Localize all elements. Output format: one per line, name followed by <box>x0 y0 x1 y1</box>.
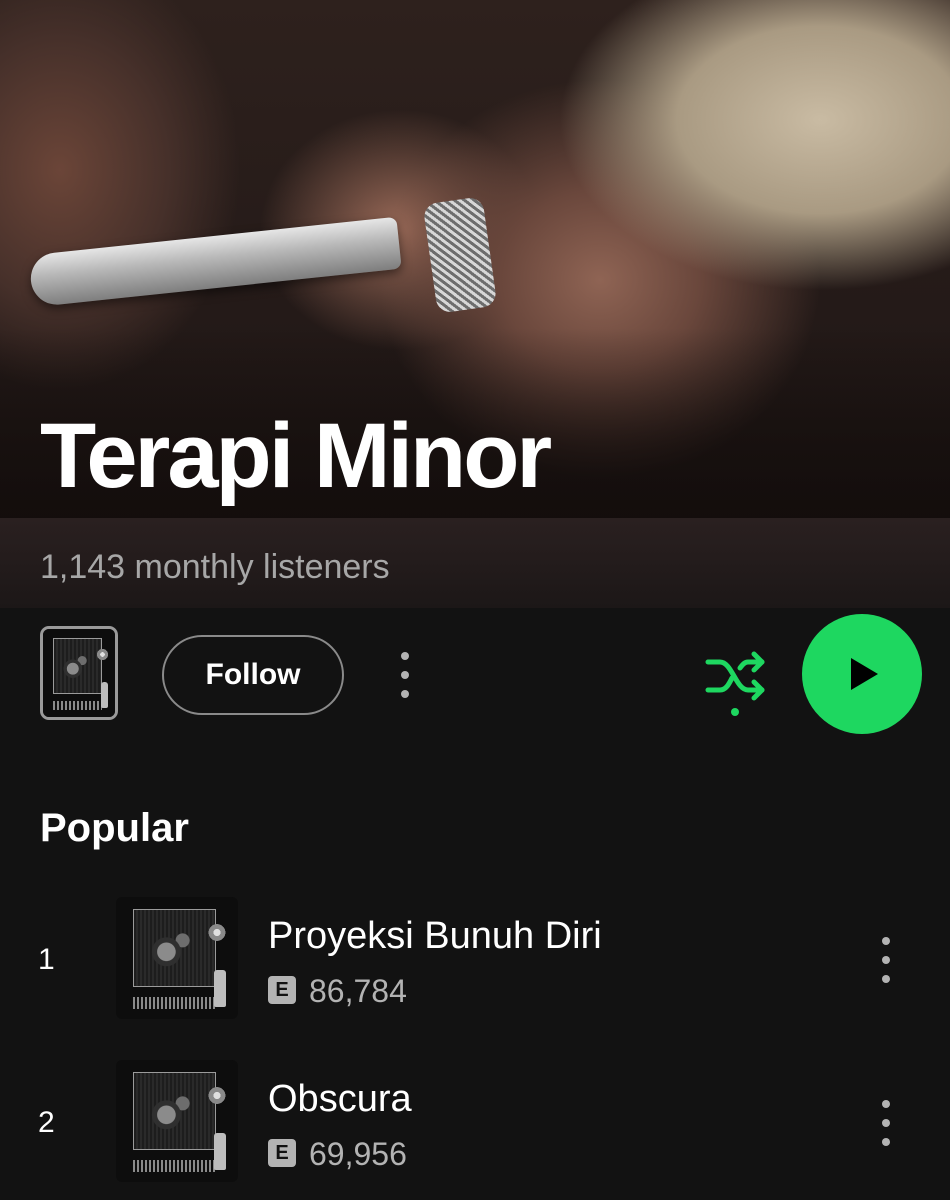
follow-button[interactable]: Follow <box>162 635 344 715</box>
play-count: 86,784 <box>309 973 407 1009</box>
explicit-badge: E <box>268 976 296 1004</box>
track-more-options-icon[interactable] <box>881 1100 891 1146</box>
track-title: Obscura <box>268 1078 412 1120</box>
track-row[interactable]: 2 Obscura E 69,956 <box>0 1060 950 1184</box>
shuffle-icon[interactable] <box>702 644 772 720</box>
track-row[interactable]: 1 Proyeksi Bunuh Diri E 86,784 <box>0 897 950 1021</box>
more-options-icon[interactable] <box>400 652 410 698</box>
artist-name: Terapi Minor <box>40 405 552 507</box>
play-icon <box>851 658 878 690</box>
play-button[interactable] <box>802 614 922 734</box>
microphone <box>28 216 402 308</box>
microphone-grille <box>422 196 498 314</box>
album-art <box>43 629 115 717</box>
artist-release-thumbnail[interactable] <box>40 626 118 720</box>
monthly-listeners: 1,143 monthly listeners <box>40 548 390 586</box>
play-count: 69,956 <box>309 1136 407 1172</box>
explicit-badge: E <box>268 1139 296 1167</box>
track-title: Proyeksi Bunuh Diri <box>268 915 602 957</box>
popular-heading: Popular <box>40 806 189 850</box>
track-cover-art <box>116 1060 238 1182</box>
track-rank: 1 <box>38 943 55 976</box>
track-rank: 2 <box>38 1106 55 1139</box>
track-more-options-icon[interactable] <box>881 937 891 983</box>
track-cover-art <box>116 897 238 1019</box>
